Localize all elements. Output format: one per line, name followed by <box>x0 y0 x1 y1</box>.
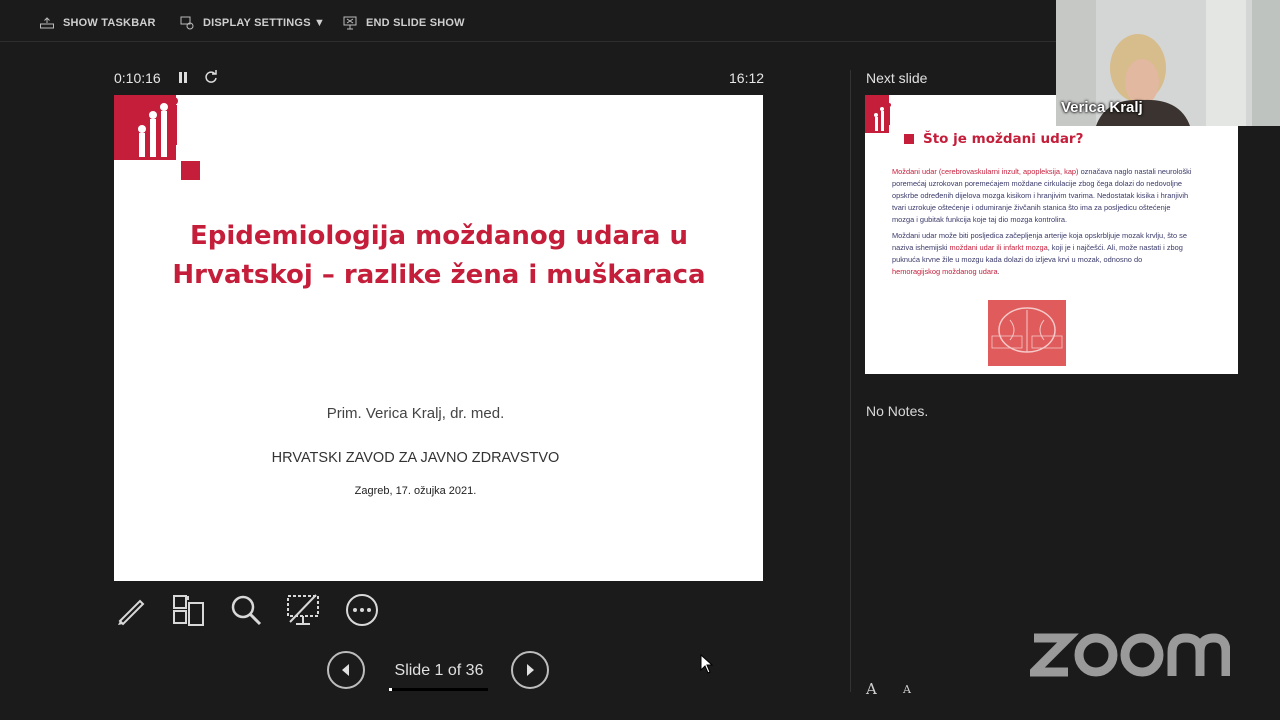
toolbar-divider <box>0 41 1056 42</box>
increase-font-button[interactable]: A <box>866 680 877 698</box>
show-taskbar-button[interactable]: SHOW TASKBAR <box>40 14 156 32</box>
see-all-slides-icon <box>173 595 204 626</box>
next-arrow-icon <box>527 664 534 676</box>
slide-institution: HRVATSKI ZAVOD ZA JAVNO ZDRAVSTVO <box>271 450 560 466</box>
end-slide-show-button[interactable]: END SLIDE SHOW <box>343 14 465 32</box>
pen-tool-button[interactable] <box>113 592 149 628</box>
clock: 16:12 <box>729 70 765 86</box>
participant-video[interactable]: Verica Kralj <box>1056 0 1280 126</box>
next-slide-body: Moždani udar (cerebrovaskularni inzult, … <box>892 166 1192 282</box>
next-slide-paragraph-2: Moždani udar može biti posljedica začepl… <box>892 230 1192 278</box>
display-settings-label: DISPLAY SETTINGS ▼ <box>203 17 326 29</box>
restart-timer-button[interactable] <box>203 69 219 85</box>
display-settings-icon <box>180 16 194 30</box>
zoom-logo-icon <box>1030 633 1230 677</box>
slide-counter[interactable]: Slide 1 of 36 <box>389 662 489 680</box>
participant-name: Verica Kralj <box>1061 99 1143 116</box>
p2-highlight-b: hemoragijskog moždanog udara <box>892 267 998 276</box>
more-options-icon <box>346 594 378 626</box>
slide-progress-fill <box>389 688 392 691</box>
next-slide-paragraph-1: Moždani udar (cerebrovaskularni inzult, … <box>892 166 1192 226</box>
magnifier-icon <box>231 595 262 626</box>
p1-highlight: Moždani udar (cerebrovaskularni inzult, … <box>892 167 1079 176</box>
black-screen-icon <box>287 594 319 625</box>
mouse-cursor-icon <box>700 654 714 674</box>
slide-logo-figures <box>114 95 200 180</box>
zoom-slide-button[interactable] <box>228 592 264 628</box>
slide-author: Prim. Verica Kralj, dr. med. <box>326 405 505 422</box>
decrease-font-button[interactable]: A <box>903 683 911 696</box>
see-all-slides-button[interactable] <box>170 592 206 628</box>
pause-icon <box>179 72 187 83</box>
show-taskbar-label: SHOW TASKBAR <box>63 17 156 29</box>
brain-icon <box>991 307 1063 353</box>
end-show-icon <box>343 16 357 30</box>
speaker-notes: No Notes. <box>866 403 929 419</box>
pause-timer-button[interactable] <box>176 70 190 86</box>
next-slide-title: Što je moždani udar? <box>923 131 1084 147</box>
current-slide[interactable]: Epidemiologija moždanog udara u Hrvatsko… <box>114 95 763 581</box>
more-options-button[interactable] <box>344 592 380 628</box>
next-slide-bullet <box>904 134 914 144</box>
end-slide-show-label: END SLIDE SHOW <box>366 17 465 29</box>
next-slide-preview[interactable]: Što je moždani udar? Moždani udar (cereb… <box>865 95 1238 374</box>
panel-divider <box>850 70 851 692</box>
slide-title: Epidemiologija moždanog udara u Hrvatsko… <box>154 217 724 295</box>
slide-title-line1: Epidemiologija moždanog udara u <box>189 221 689 251</box>
slide-date: Zagreb, 17. ožujka 2021. <box>354 485 477 497</box>
slide-progress-bar <box>389 688 488 691</box>
next-slide-label: Next slide <box>866 70 928 86</box>
pen-icon <box>118 599 145 626</box>
slide-title-line2: Hrvatskoj – razlike žena i muškaraca <box>172 260 706 290</box>
black-screen-button[interactable] <box>285 592 321 628</box>
elapsed-timer: 0:10:16 <box>114 70 161 86</box>
restart-icon <box>205 70 217 83</box>
previous-slide-button[interactable] <box>327 651 365 689</box>
p2-highlight-a: moždani udar ili infarkt mozga <box>949 243 1048 252</box>
next-slide-button[interactable] <box>511 651 549 689</box>
taskbar-icon <box>40 17 54 29</box>
brain-diagram-image <box>988 300 1066 366</box>
display-settings-button[interactable]: DISPLAY SETTINGS ▼ <box>180 14 325 32</box>
previous-arrow-icon <box>342 664 349 676</box>
p2-text-c: . <box>997 267 1000 276</box>
next-slide-logo-figures <box>865 95 891 133</box>
